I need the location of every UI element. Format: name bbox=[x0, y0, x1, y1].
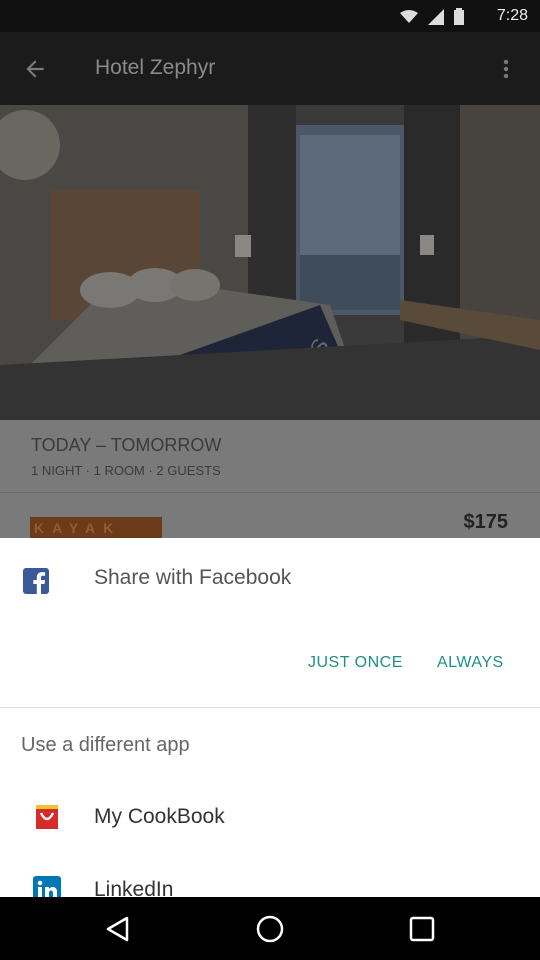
just-once-button[interactable]: JUST ONCE bbox=[304, 648, 407, 678]
always-button[interactable]: ALWAYS bbox=[433, 648, 508, 678]
share-bottom-sheet: Share with Facebook JUST ONCE ALWAYS Use… bbox=[0, 538, 540, 897]
divider bbox=[0, 492, 540, 493]
booking-dates: TODAY – TOMORROW bbox=[31, 435, 222, 455]
price-label: $175 bbox=[463, 511, 509, 533]
hotel-room-image: S.O.S bbox=[0, 105, 540, 420]
app-name: My CookBook bbox=[94, 805, 225, 828]
page-title: Hotel Zephyr bbox=[95, 56, 216, 79]
back-nav-icon[interactable] bbox=[103, 914, 133, 944]
status-time: 7:28 bbox=[496, 7, 528, 24]
signal-icon bbox=[428, 8, 444, 25]
more-options-icon[interactable] bbox=[494, 56, 518, 82]
home-nav-icon[interactable] bbox=[255, 914, 285, 944]
recents-nav-icon[interactable] bbox=[407, 914, 437, 944]
booking-details: 1 NIGHT · 1 ROOM · 2 GUESTS bbox=[31, 463, 221, 478]
cookbook-icon bbox=[36, 805, 58, 829]
status-bar: 7:28 bbox=[0, 0, 540, 32]
sheet-divider bbox=[0, 707, 540, 708]
app-bar: Hotel Zephyr bbox=[0, 32, 540, 105]
share-title: Share with Facebook bbox=[94, 566, 292, 589]
facebook-icon bbox=[23, 568, 49, 594]
app-name: LinkedIn bbox=[94, 878, 174, 897]
system-navigation-bar bbox=[0, 897, 540, 960]
status-icons bbox=[400, 8, 464, 25]
app-option-linkedin[interactable]: LinkedIn bbox=[0, 858, 540, 897]
app-option-my-cookbook[interactable]: My CookBook bbox=[0, 785, 540, 851]
kayak-logo: KAYAK bbox=[30, 517, 162, 539]
booking-summary: TODAY – TOMORROW 1 NIGHT · 1 ROOM · 2 GU… bbox=[0, 420, 540, 539]
wifi-icon bbox=[400, 9, 418, 23]
linkedin-icon bbox=[33, 876, 61, 897]
use-different-app-label: Use a different app bbox=[21, 734, 190, 756]
battery-icon bbox=[454, 8, 464, 25]
back-arrow-icon[interactable] bbox=[22, 56, 48, 82]
